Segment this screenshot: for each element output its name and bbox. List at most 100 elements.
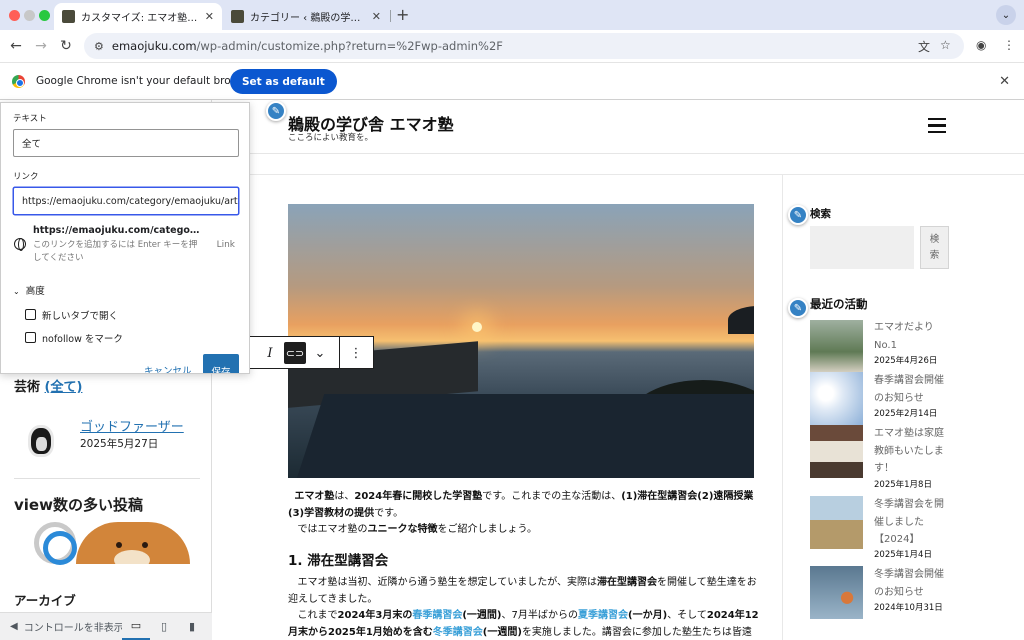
all-link[interactable]: (全て) xyxy=(45,380,83,395)
open-new-tab-checkbox[interactable] xyxy=(25,309,36,320)
bear-eye xyxy=(142,542,148,548)
chevron-down-icon[interactable]: ⌄ xyxy=(309,342,331,364)
link-url-input[interactable]: https://emaojuku.com/category/emaojuku/a… xyxy=(13,187,239,215)
close-icon[interactable]: ✕ xyxy=(999,74,1010,89)
link-suggestion-type: Link xyxy=(216,240,235,250)
bear-muzzle xyxy=(114,550,150,564)
recent-activity-heading: 最近の活動 xyxy=(810,297,868,311)
sun-shape xyxy=(472,322,482,332)
italic-button[interactable]: I xyxy=(259,342,281,364)
link-text-input[interactable]: 全て xyxy=(13,129,239,157)
close-tab-icon[interactable]: ✕ xyxy=(372,10,381,23)
minimize-window-button[interactable] xyxy=(24,10,35,21)
open-new-tab-label: 新しいタブで開く xyxy=(42,311,119,322)
link-label: リンク xyxy=(13,172,39,182)
search-input[interactable] xyxy=(810,226,914,269)
customizer-footer: ◀ コントロールを非表示 ▭ ▯ ▮ xyxy=(0,612,212,640)
search-button[interactable]: 検索 xyxy=(920,226,949,269)
edit-shortcut-icon[interactable]: ✎ xyxy=(266,101,286,121)
bear-eye xyxy=(116,542,122,548)
star-icon[interactable]: ☆ xyxy=(940,38,951,52)
site-preview: ✎ 鵜殿の学び舎 エマオ塾 こころによい教育を。 エマオ塾は、2024年春に開校… xyxy=(212,100,1024,640)
divider xyxy=(782,175,783,640)
save-button[interactable]: 保存 xyxy=(203,354,239,373)
activity-title[interactable]: 冬季講習会開催のお知らせ xyxy=(874,566,948,601)
arrow-left-icon[interactable]: ← xyxy=(6,36,26,56)
activity-title[interactable]: 冬季講習会を開催しました【2024】 xyxy=(874,496,948,549)
desktop-icon[interactable]: ▭ xyxy=(122,613,150,640)
text-label: テキスト xyxy=(13,114,47,124)
nofollow-checkbox[interactable] xyxy=(25,332,36,343)
tab-category[interactable]: カテゴリー ‹ 鵜殿の学び舎 エマオ塾 ✕ xyxy=(223,3,389,30)
link-suggestion-url[interactable]: https://emaojuku.com/category/em... xyxy=(33,225,203,236)
tab-separator xyxy=(390,10,391,22)
site-favicon xyxy=(62,10,75,23)
hamburger-menu-icon[interactable] xyxy=(928,118,946,133)
activity-thumbnail[interactable] xyxy=(810,496,863,549)
bear-image[interactable] xyxy=(76,522,190,564)
category-heading-art: 芸術 (全て) xyxy=(14,380,83,395)
advanced-toggle[interactable]: ⌄ 高度 xyxy=(13,283,45,297)
post-title-link[interactable]: ゴッドファーザー xyxy=(80,416,184,435)
tune-icon[interactable]: ⚙ xyxy=(94,40,104,53)
new-tab-button[interactable]: + xyxy=(396,5,409,24)
browser-toolbar: ← → ↻ ⚙ emaojuku.com/wp-admin/customize.… xyxy=(0,30,1024,62)
translate-icon[interactable]: 文 xyxy=(918,38,930,55)
tab-search-button[interactable]: ⌄ xyxy=(996,5,1016,25)
activity-date: 2025年2月14日 xyxy=(874,409,938,419)
block-toolbar: I ⊂⊃ ⌄ ⋮ xyxy=(250,336,374,369)
ring-image xyxy=(34,522,77,565)
activity-title[interactable]: エマオだよりNo.1 xyxy=(874,319,948,354)
link-edit-popover: テキスト 全て リンク https://emaojuku.com/categor… xyxy=(0,102,250,374)
close-tab-icon[interactable]: ✕ xyxy=(205,10,214,23)
site-tagline: こころによい教育を。 xyxy=(288,133,374,143)
edit-shortcut-icon[interactable]: ✎ xyxy=(788,205,808,225)
edit-shortcut-icon[interactable]: ✎ xyxy=(788,298,808,318)
activity-thumbnail[interactable] xyxy=(810,566,863,619)
activity-date: 2025年1月4日 xyxy=(874,550,932,560)
close-window-button[interactable] xyxy=(9,10,20,21)
archive-heading: アーカイブ xyxy=(14,593,76,608)
post-thumbnail[interactable] xyxy=(28,425,54,457)
popular-posts-heading: view数の多い投稿 xyxy=(14,496,143,514)
activity-thumbnail[interactable] xyxy=(810,372,863,425)
options-button[interactable]: ⋮ xyxy=(345,342,367,364)
activity-date: 2024年10月31日 xyxy=(874,603,943,613)
tablet-icon[interactable]: ▯ xyxy=(150,613,178,640)
post-date: 2025年5月27日 xyxy=(80,438,159,450)
url-host: emaojuku.com xyxy=(111,39,197,53)
reload-icon[interactable]: ↻ xyxy=(56,36,76,56)
globe-icon xyxy=(14,238,26,251)
divider xyxy=(250,174,1024,175)
activity-title[interactable]: エマオ塾は家庭教師もいたします！ xyxy=(874,425,948,478)
tab-title: カスタマイズ: エマオ塾へようこそ xyxy=(81,13,199,24)
set-default-button[interactable]: Set as default xyxy=(230,69,337,94)
hide-controls-button[interactable]: ◀ コントロールを非表示 xyxy=(0,619,122,634)
collapse-arrow-icon: ◀ xyxy=(10,621,18,632)
kebab-menu-icon[interactable]: ⋮ xyxy=(1003,38,1015,52)
roof-shape xyxy=(291,394,754,478)
section-heading: 1. 滞在型講習会 xyxy=(288,553,389,569)
url-path: /wp-admin/customize.php?return=%2Fwp-adm… xyxy=(196,39,503,53)
divider xyxy=(339,337,340,368)
hill-shape xyxy=(728,306,754,334)
tab-strip: カスタマイズ: エマオ塾へようこそ ✕ カテゴリー ‹ 鵜殿の学び舎 エマオ塾 … xyxy=(0,0,1024,30)
chevron-down-icon: ⌄ xyxy=(13,287,20,296)
address-bar[interactable]: ⚙ emaojuku.com/wp-admin/customize.php?re… xyxy=(84,33,964,59)
link-button[interactable]: ⊂⊃ xyxy=(284,342,306,364)
activity-title[interactable]: 春季講習会開催のお知らせ xyxy=(874,372,948,407)
nofollow-label: nofollow をマーク xyxy=(42,334,123,345)
infobar-message: Google Chrome isn't your default browser xyxy=(36,75,256,87)
activity-thumbnail[interactable] xyxy=(810,425,863,478)
activity-date: 2025年4月26日 xyxy=(874,356,938,366)
arrow-right-icon[interactable]: → xyxy=(31,36,51,56)
chrome-logo-icon xyxy=(12,75,25,88)
mobile-icon[interactable]: ▮ xyxy=(178,613,206,640)
tab-customize[interactable]: カスタマイズ: エマオ塾へようこそ ✕ xyxy=(54,3,222,30)
site-favicon xyxy=(231,10,244,23)
cancel-button[interactable]: キャンセル xyxy=(144,363,192,373)
profile-icon[interactable]: ◉ xyxy=(976,38,986,52)
divider xyxy=(14,478,200,479)
activity-thumbnail[interactable] xyxy=(810,320,863,373)
maximize-window-button[interactable] xyxy=(39,10,50,21)
